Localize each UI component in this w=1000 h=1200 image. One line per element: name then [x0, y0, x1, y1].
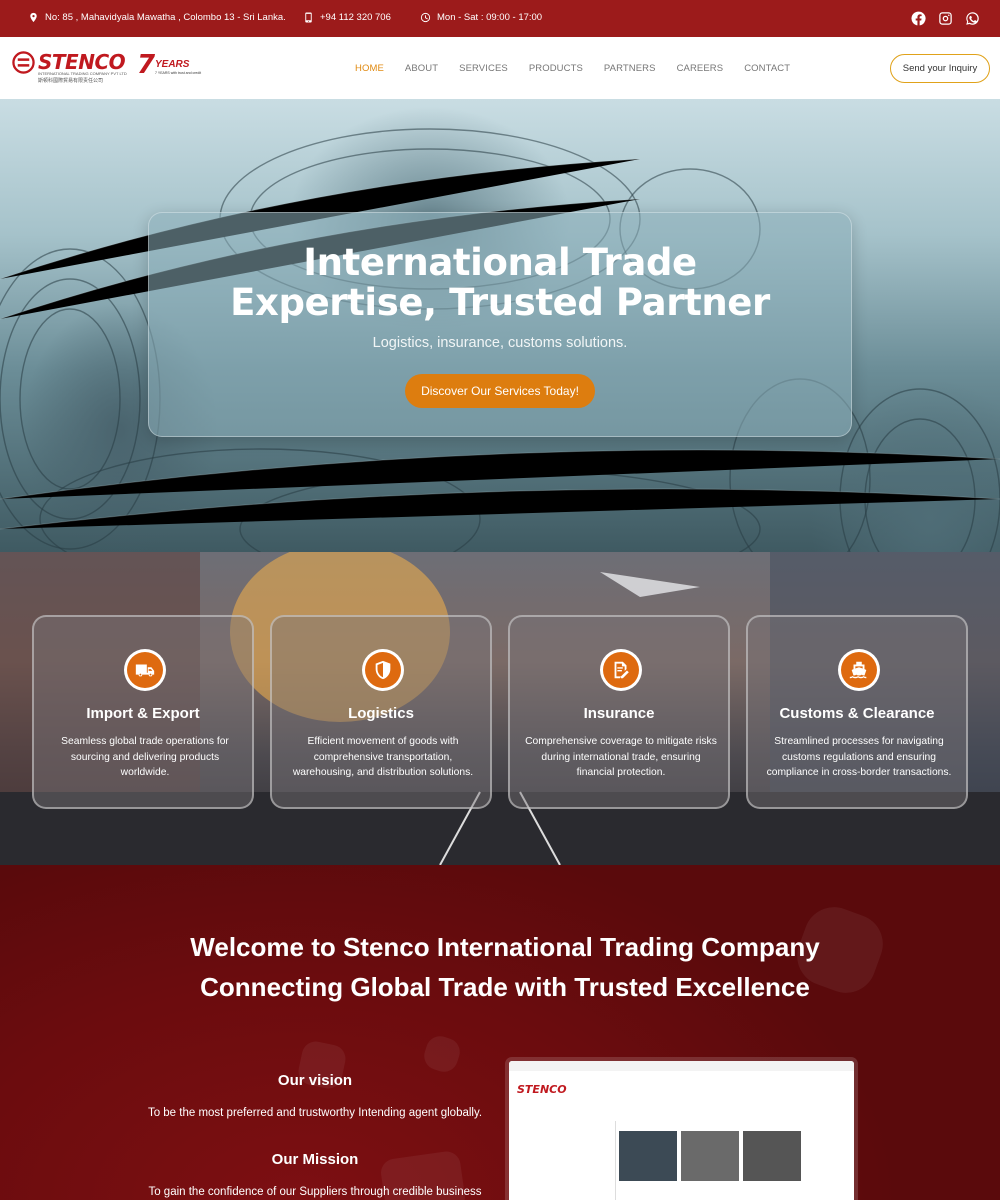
hero-section: International Trade Expertise, Trusted P… — [0, 99, 1000, 552]
vision-text: To be the most preferred and trustworthy… — [147, 1107, 483, 1119]
social-links — [911, 11, 980, 26]
send-inquiry-button[interactable]: Send your Inquiry — [890, 54, 990, 83]
welcome-title: Welcome to Stenco International Trading … — [0, 927, 1000, 1007]
welcome-title-line2: Connecting Global Trade with Trusted Exc… — [200, 972, 810, 1002]
discover-services-button[interactable]: Discover Our Services Today! — [405, 374, 595, 408]
hours-info: Mon - Sat : 09:00 - 17:00 — [420, 12, 542, 23]
preview-sidebar — [561, 1121, 616, 1200]
mission-heading: Our Mission — [271, 1151, 359, 1168]
nav-careers[interactable]: CAREERS — [677, 63, 724, 74]
ship-icon — [838, 649, 880, 691]
preview-browser-bar — [509, 1061, 854, 1071]
years-label: YEARS — [155, 59, 190, 70]
hero-title-line1: International Trade — [303, 241, 697, 284]
preview-product-image — [743, 1131, 801, 1181]
nav-home[interactable]: HOME — [355, 63, 384, 74]
service-card-logistics[interactable]: Logistics Efficient movement of goods wi… — [270, 615, 492, 809]
phone-icon — [305, 12, 312, 23]
top-bar: No: 85 , Mahavidyala Mawatha , Colombo 1… — [0, 0, 1000, 37]
service-description: Streamlined processes for navigating cus… — [766, 736, 952, 778]
logo-chinese-name: 斯顿科國際貿易有限责任公司 — [38, 78, 104, 84]
years-tagline: 7 YEARS with trust and credit — [155, 71, 202, 75]
truck-icon — [124, 649, 166, 691]
stenco-logo[interactable]: STENCO INTERNATIONAL TRADING COMPANY PVT… — [12, 50, 127, 84]
service-title: Insurance — [583, 705, 655, 722]
service-title: Import & Export — [86, 705, 200, 722]
nav-partners[interactable]: PARTNERS — [604, 63, 656, 74]
main-nav: HOME ABOUT SERVICES PRODUCTS PARTNERS CA… — [355, 63, 811, 74]
service-title: Customs & Clearance — [779, 705, 935, 722]
years-number: 7 — [137, 50, 156, 80]
service-title: Logistics — [348, 705, 414, 722]
nav-about[interactable]: ABOUT — [405, 63, 438, 74]
service-description: Comprehensive coverage to mitigate risks… — [525, 736, 717, 778]
whatsapp-icon[interactable] — [965, 11, 980, 26]
nav-contact[interactable]: CONTACT — [744, 63, 790, 74]
preview-product-image — [619, 1131, 677, 1181]
shield-icon — [362, 649, 404, 691]
logo-subtitle: INTERNATIONAL TRADING COMPANY PVT LTD — [38, 71, 127, 76]
welcome-title-line1: Welcome to Stenco International Trading … — [190, 932, 820, 962]
location-pin-icon — [30, 12, 37, 23]
service-description: Seamless global trade operations for sou… — [61, 736, 229, 778]
document-pen-icon — [600, 649, 642, 691]
service-card-import-export[interactable]: Import & Export Seamless global trade op… — [32, 615, 254, 809]
phone-info[interactable]: +94 112 320 706 — [303, 12, 391, 23]
mission-text: To gain the confidence of our Suppliers … — [148, 1186, 482, 1198]
preview-logo: STENCO — [517, 1083, 567, 1096]
years-badge: 7 YEARS 7 YEARS with trust and credit — [137, 50, 202, 80]
services-section: Import & Export Seamless global trade op… — [0, 552, 1000, 865]
address-info: No: 85 , Mahavidyala Mawatha , Colombo 1… — [28, 12, 286, 23]
hero-subtitle: Logistics, insurance, customs solutions. — [372, 335, 628, 351]
service-description: Efficient movement of goods with compreh… — [292, 736, 474, 778]
hero-title-line2: Expertise, Trusted Partner — [230, 281, 770, 324]
decorative-shape — [420, 1032, 464, 1076]
welcome-section: Welcome to Stenco International Trading … — [0, 865, 1000, 1200]
facebook-icon[interactable] — [911, 11, 926, 26]
vision-heading: Our vision — [277, 1072, 353, 1089]
hours-text: Mon - Sat : 09:00 - 17:00 — [437, 12, 543, 23]
clock-icon — [420, 12, 431, 23]
nav-products[interactable]: PRODUCTS — [529, 63, 583, 74]
hero-title: International Trade Expertise, Trusted P… — [148, 243, 852, 323]
service-card-customs-clearance[interactable]: Customs & Clearance Streamlined processe… — [746, 615, 968, 809]
service-card-insurance[interactable]: Insurance Comprehensive coverage to miti… — [508, 615, 730, 809]
address-text: No: 85 , Mahavidyala Mawatha , Colombo 1… — [45, 12, 286, 23]
site-header: STENCO INTERNATIONAL TRADING COMPANY PVT… — [0, 37, 1000, 99]
preview-product-image — [681, 1131, 739, 1181]
logo-mark-icon — [12, 51, 35, 74]
phone-text[interactable]: +94 112 320 706 — [320, 12, 391, 23]
nav-services[interactable]: SERVICES — [459, 63, 508, 74]
instagram-icon[interactable] — [938, 11, 953, 26]
website-preview-screenshot: STENCO — [509, 1061, 854, 1200]
